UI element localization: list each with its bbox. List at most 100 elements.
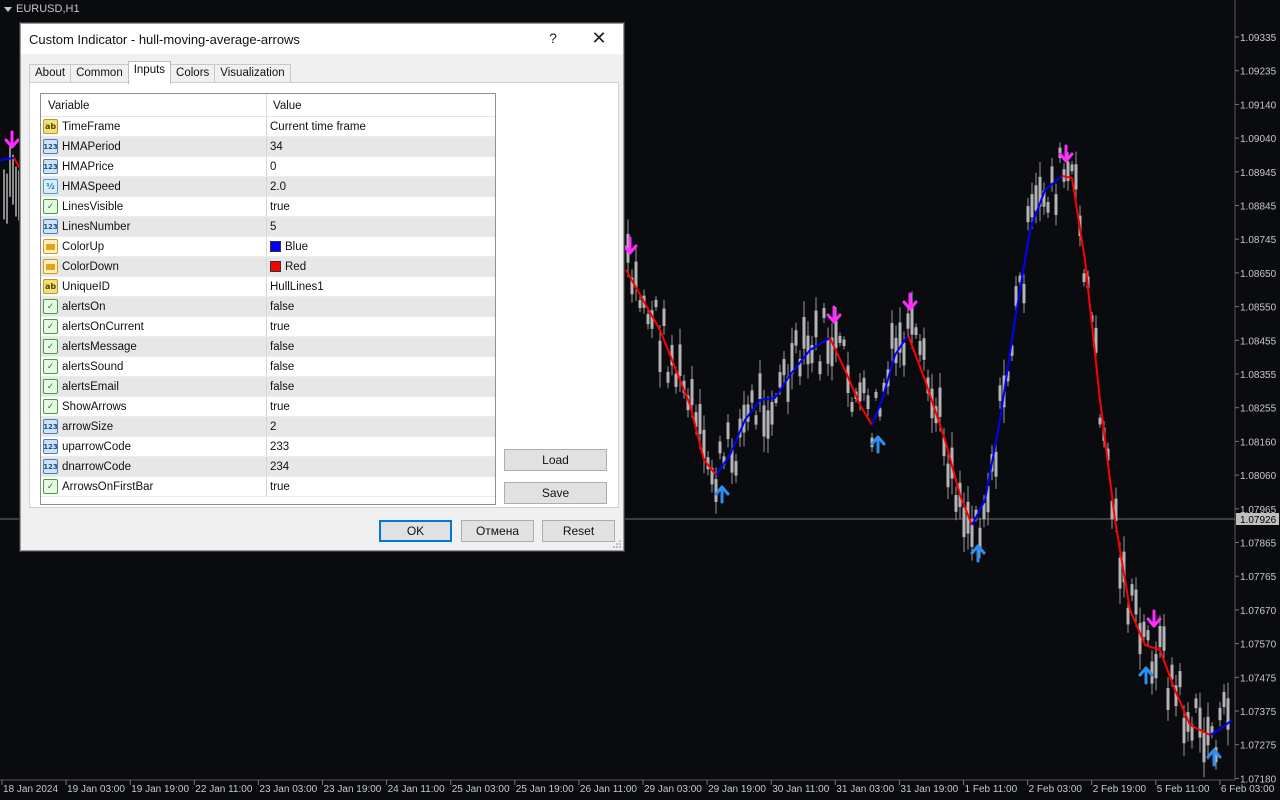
value-cell[interactable]: HullLines1 [267, 277, 495, 296]
price-tick-label: 1.07765 [1240, 572, 1277, 583]
value-cell[interactable]: true [267, 477, 495, 496]
value-cell[interactable]: 0 [267, 157, 495, 176]
value-cell[interactable]: Current time frame [267, 117, 495, 136]
value-cell[interactable]: true [267, 317, 495, 336]
variable-cell: 123 HMAPrice [41, 157, 267, 176]
tab-inputs[interactable]: Inputs [127, 61, 172, 84]
tab-common[interactable]: Common [70, 64, 129, 84]
value-cell[interactable]: false [267, 377, 495, 396]
time-tick-label: 30 Jan 11:00 [772, 784, 830, 795]
value-cell[interactable]: true [267, 197, 495, 216]
variable-name: alertsMessage [62, 340, 137, 353]
price-tick-label: 1.08945 [1240, 168, 1277, 179]
candle-body [946, 463, 950, 488]
variable-cell: ab TimeFrame [41, 117, 267, 136]
tab-bar: About Common Inputs Colors Visualization [29, 61, 291, 84]
candle-body [762, 405, 766, 437]
tab-colors[interactable]: Colors [170, 64, 216, 84]
value-cell[interactable]: 5 [267, 217, 495, 236]
candle-body [658, 340, 662, 372]
variable-cell: ✓ alertsOn [41, 297, 267, 316]
column-header-value[interactable]: Value [267, 94, 495, 116]
value-cell[interactable]: 234 [267, 457, 495, 476]
variable-name: HMASpeed [62, 180, 121, 193]
value-cell[interactable]: 2 [267, 417, 495, 436]
table-row[interactable]: ✓ alertsSound false [41, 357, 495, 377]
integer-type-icon: 123 [43, 419, 58, 434]
time-tick-label: 18 Jan 2024 [3, 784, 58, 795]
candle-body [1166, 688, 1170, 710]
load-button[interactable]: Load [504, 449, 607, 471]
variable-value: true [270, 480, 290, 493]
candle-body [750, 390, 754, 403]
table-row[interactable]: 123 uparrowCode 233 [41, 437, 495, 457]
candle-body [902, 342, 906, 366]
candle-body [962, 507, 966, 538]
candle-body [1054, 194, 1058, 215]
variable-name: UniqueID [62, 280, 110, 293]
tab-about[interactable]: About [29, 64, 72, 84]
table-row[interactable]: ✓ alertsEmail false [41, 377, 495, 397]
close-button[interactable]: ✕ [589, 29, 609, 47]
table-row[interactable]: 123 dnarrowCode 234 [41, 457, 495, 477]
price-tick-label: 1.07670 [1240, 606, 1277, 617]
variable-cell: ✓ alertsMessage [41, 337, 267, 356]
variable-name: arrowSize [62, 420, 114, 433]
resize-grip-icon[interactable] [613, 540, 621, 548]
chart-symbol-label[interactable]: EURUSD,H1 [4, 3, 80, 15]
table-row[interactable]: ½ HMASpeed 2.0 [41, 177, 495, 197]
table-row[interactable]: ✓ alertsOn false [41, 297, 495, 317]
table-row[interactable]: ✓ LinesVisible true [41, 197, 495, 217]
value-cell[interactable]: Blue [267, 237, 495, 256]
variable-value: 2.0 [270, 180, 286, 193]
string-type-icon: ab [43, 279, 58, 294]
price-tick-label: 1.09235 [1240, 67, 1277, 78]
table-row[interactable]: ✓ ShowArrows true [41, 397, 495, 417]
tab-visualization[interactable]: Visualization [214, 64, 291, 84]
variable-name: ColorDown [62, 260, 119, 273]
candle-body [690, 379, 694, 406]
reset-button[interactable]: Reset [542, 520, 615, 542]
variable-name: LinesNumber [62, 220, 131, 233]
variable-name: dnarrowCode [62, 460, 132, 473]
table-row[interactable]: ColorDown Red [41, 257, 495, 277]
candle-body [1130, 584, 1134, 596]
table-row[interactable]: 123 LinesNumber 5 [41, 217, 495, 237]
table-row[interactable]: ✓ alertsOnCurrent true [41, 317, 495, 337]
column-header-variable[interactable]: Variable [41, 94, 267, 116]
candle-body [758, 373, 762, 400]
help-button[interactable]: ? [543, 30, 563, 46]
table-row[interactable]: 123 arrowSize 2 [41, 417, 495, 437]
value-cell[interactable]: Red [267, 257, 495, 276]
table-row[interactable]: ab UniqueID HullLines1 [41, 277, 495, 297]
candle-body [866, 395, 870, 410]
variable-cell: 123 arrowSize [41, 417, 267, 436]
value-cell[interactable]: false [267, 297, 495, 316]
dialog-titlebar[interactable]: Custom Indicator - hull-moving-average-a… [21, 24, 623, 54]
cancel-button[interactable]: Отмена [461, 520, 534, 542]
table-row[interactable]: 123 HMAPeriod 34 [41, 137, 495, 157]
value-cell[interactable]: false [267, 357, 495, 376]
variable-value: Red [285, 260, 307, 273]
value-cell[interactable]: true [267, 397, 495, 416]
candle-body [906, 313, 910, 329]
table-row[interactable]: ✓ ArrowsOnFirstBar true [41, 477, 495, 497]
candle-body [1222, 691, 1226, 708]
variable-cell: ½ HMASpeed [41, 177, 267, 196]
variable-name: HMAPrice [62, 160, 114, 173]
table-row[interactable]: ab TimeFrame Current time frame [41, 117, 495, 137]
ok-button[interactable]: OK [379, 520, 452, 542]
custom-indicator-dialog: Custom Indicator - hull-moving-average-a… [20, 23, 624, 551]
table-row[interactable]: 123 HMAPrice 0 [41, 157, 495, 177]
table-row[interactable]: ColorUp Blue [41, 237, 495, 257]
value-cell[interactable]: 2.0 [267, 177, 495, 196]
price-tick-label: 1.08845 [1240, 202, 1277, 213]
value-cell[interactable]: false [267, 337, 495, 356]
table-row[interactable]: ✓ alertsMessage false [41, 337, 495, 357]
candle-body [954, 495, 958, 512]
save-button[interactable]: Save [504, 482, 607, 504]
variable-value: Current time frame [270, 120, 366, 133]
value-cell[interactable]: 34 [267, 137, 495, 156]
value-cell[interactable]: 233 [267, 437, 495, 456]
time-tick-label: 2 Feb 03:00 [1029, 784, 1083, 795]
